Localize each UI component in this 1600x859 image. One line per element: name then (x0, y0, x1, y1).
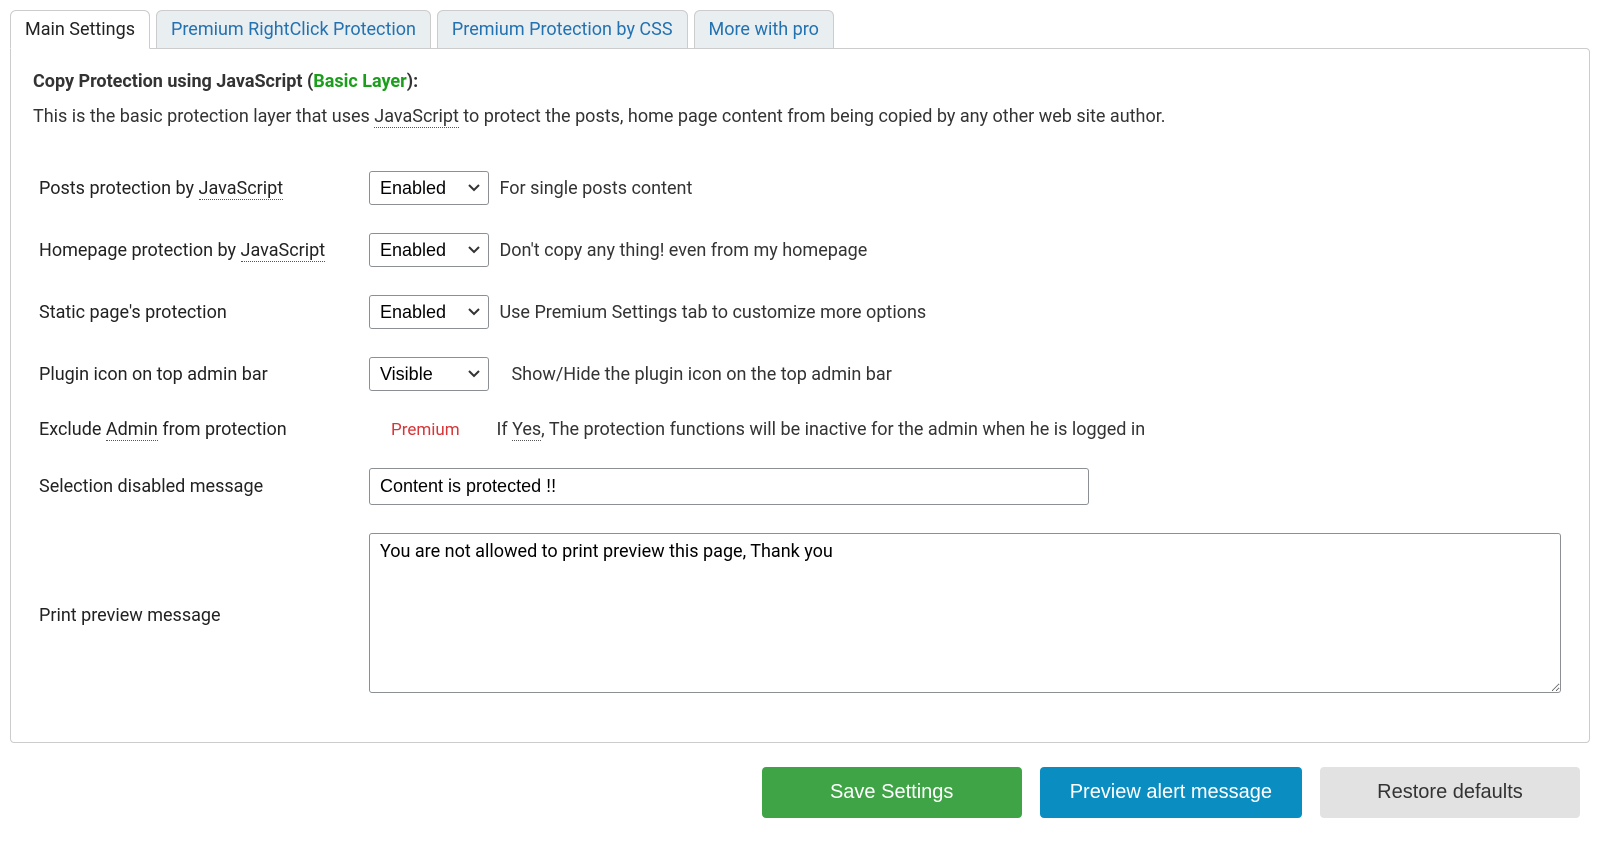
row-exclude-admin: Exclude Admin from protection Premium If… (33, 405, 1567, 454)
hint-exclude-admin: If Yes, The protection functions will be… (496, 419, 1145, 440)
tab-more-pro[interactable]: More with pro (694, 10, 834, 49)
row-static-protection: Static page's protection Enabled Use Pre… (33, 281, 1567, 343)
label-static-protection: Static page's protection (33, 281, 363, 343)
input-selection-message[interactable] (369, 468, 1089, 505)
select-static-protection[interactable]: Enabled (369, 295, 489, 329)
section-title-layer: Basic Layer (313, 71, 406, 92)
desc-js: JavaScript (374, 106, 459, 128)
label-selection-message: Selection disabled message (33, 454, 363, 519)
tab-main-settings[interactable]: Main Settings (10, 10, 150, 49)
preview-button[interactable]: Preview alert message (1040, 767, 1302, 818)
section-title: Copy Protection using JavaScript (Basic … (33, 71, 1567, 92)
label-posts-protection: Posts protection by JavaScript (33, 157, 363, 219)
select-homepage-protection[interactable]: Enabled (369, 233, 489, 267)
hint-posts-protection: For single posts content (499, 178, 692, 199)
restore-button[interactable]: Restore defaults (1320, 767, 1580, 818)
row-posts-protection: Posts protection by JavaScript Enabled F… (33, 157, 1567, 219)
settings-panel: Copy Protection using JavaScript (Basic … (10, 48, 1590, 743)
settings-table: Posts protection by JavaScript Enabled F… (33, 157, 1567, 712)
tabs-bar: Main Settings Premium RightClick Protect… (10, 10, 1590, 49)
row-homepage-protection: Homepage protection by JavaScript Enable… (33, 219, 1567, 281)
action-buttons: Save Settings Preview alert message Rest… (10, 767, 1590, 818)
section-title-suffix: ): (407, 71, 418, 92)
premium-tag: Premium (391, 420, 486, 440)
row-selection-message: Selection disabled message (33, 454, 1567, 519)
hint-plugin-icon: Show/Hide the plugin icon on the top adm… (511, 364, 891, 385)
tab-premium-rightclick[interactable]: Premium RightClick Protection (156, 10, 431, 49)
label-exclude-admin: Exclude Admin from protection (33, 405, 363, 454)
save-button[interactable]: Save Settings (762, 767, 1022, 818)
hint-homepage-protection: Don't copy any thing! even from my homep… (499, 240, 867, 261)
hint-static-protection: Use Premium Settings tab to customize mo… (499, 302, 926, 323)
section-title-prefix: Copy Protection using JavaScript ( (33, 71, 313, 92)
select-plugin-icon[interactable]: Visible (369, 357, 489, 391)
row-print-message: Print preview message (33, 519, 1567, 712)
desc-post: to protect the posts, home page content … (459, 106, 1166, 127)
tab-premium-css[interactable]: Premium Protection by CSS (437, 10, 688, 49)
label-plugin-icon: Plugin icon on top admin bar (33, 343, 363, 405)
section-description: This is the basic protection layer that … (33, 106, 1567, 127)
textarea-print-message[interactable] (369, 533, 1561, 693)
select-posts-protection[interactable]: Enabled (369, 171, 489, 205)
label-print-message: Print preview message (33, 519, 363, 712)
row-plugin-icon: Plugin icon on top admin bar Visible Sho… (33, 343, 1567, 405)
desc-pre: This is the basic protection layer that … (33, 106, 374, 127)
label-homepage-protection: Homepage protection by JavaScript (33, 219, 363, 281)
